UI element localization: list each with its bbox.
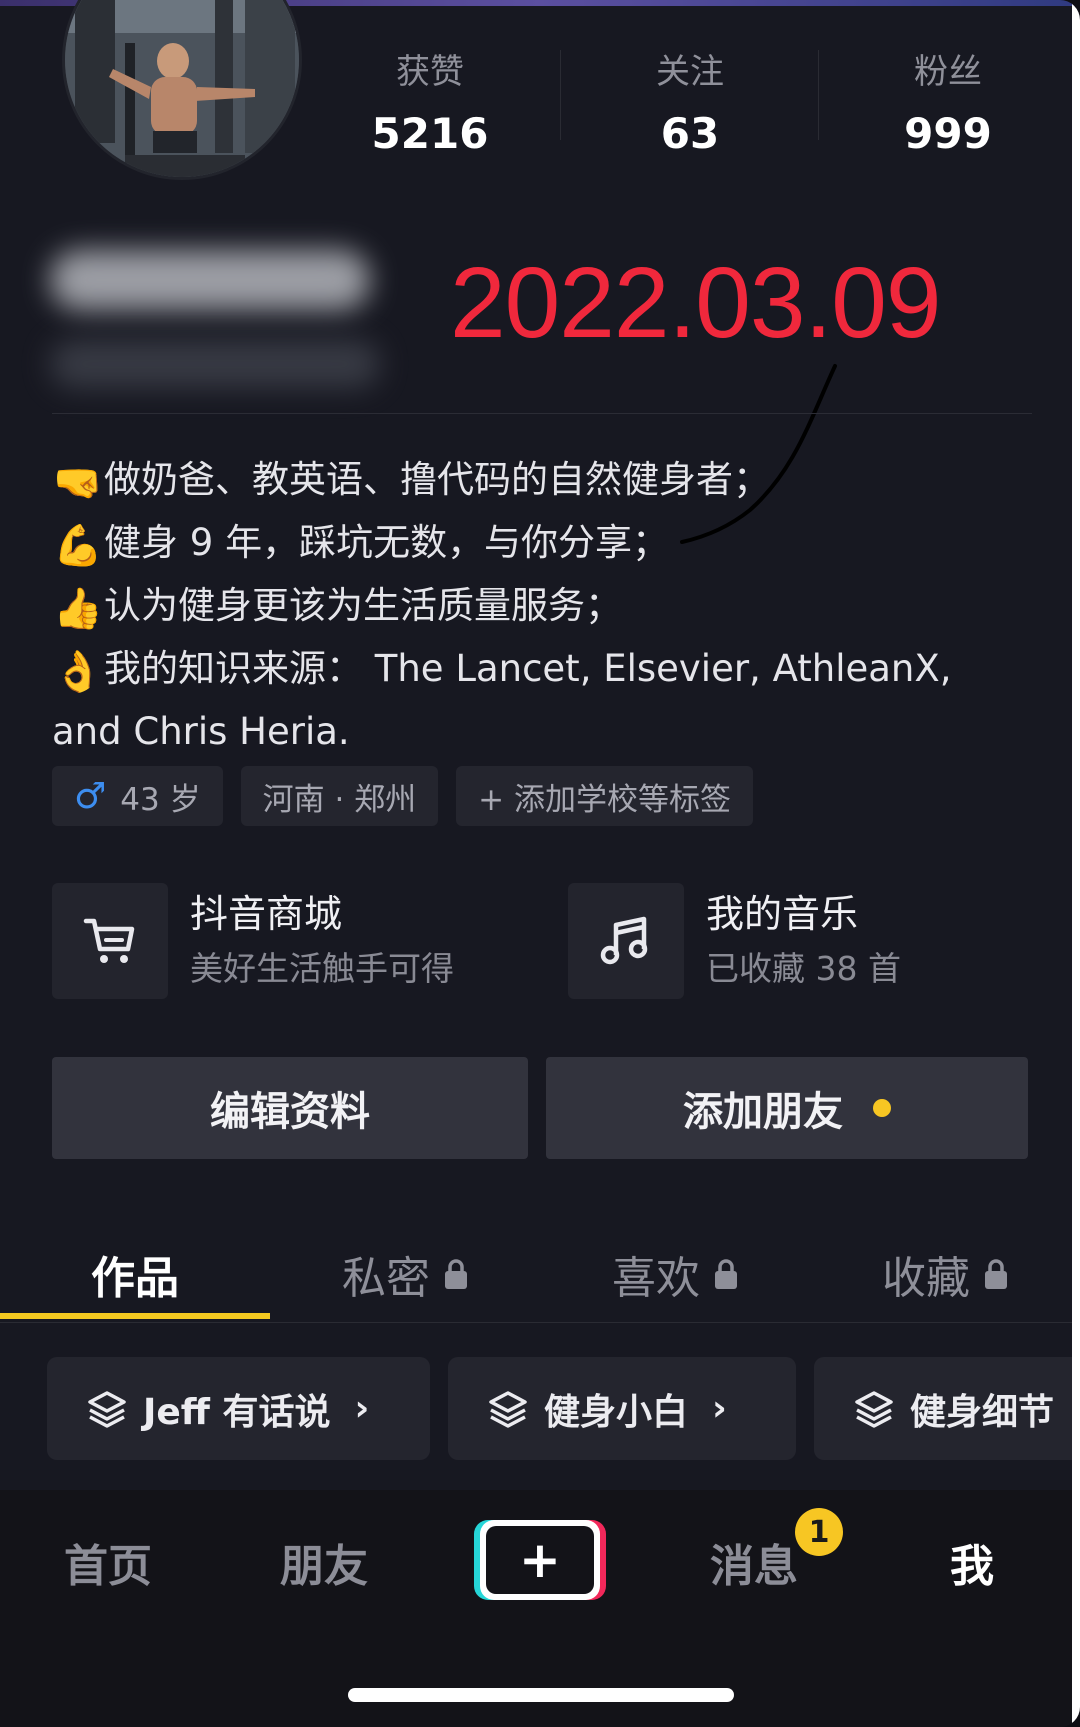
divider — [52, 413, 1032, 414]
age-label: 43 岁 — [120, 781, 201, 818]
layers-icon — [88, 1390, 126, 1428]
location-tag[interactable]: 河南 · 郑州 — [240, 766, 439, 826]
date-stamp: 2022.03.09 — [450, 247, 941, 359]
music-title: 我的音乐 — [706, 892, 859, 936]
tab-favorites[interactable]: 收藏 — [810, 1225, 1080, 1323]
age-tag[interactable]: ♂ 43 岁 — [52, 766, 223, 826]
home-indicator[interactable] — [348, 1688, 734, 1702]
thumbs-up-emoji-icon: 👍 — [53, 586, 103, 632]
lock-icon — [445, 1259, 467, 1289]
music-subtitle: 已收藏 38 首 — [706, 949, 901, 988]
layers-icon — [855, 1390, 893, 1428]
bio-line: and Chris Heria. — [52, 702, 1032, 762]
notification-dot — [873, 1099, 891, 1117]
stat-value: 63 — [660, 109, 720, 158]
bio-line: 👍认为健身更该为生活质量服务； — [52, 576, 1032, 639]
create-button[interactable]: + — [474, 1520, 606, 1600]
ok-hand-emoji-icon: 👌 — [53, 649, 103, 695]
lock-icon — [985, 1259, 1007, 1289]
stat-divider — [818, 50, 819, 140]
bio-text: 认为健身更该为生活质量服务； — [104, 584, 622, 627]
music-note-icon — [568, 883, 684, 999]
bio-text: 健身 9 年，踩坑无数，与你分享； — [104, 521, 670, 564]
bio-line: 🤜做奶爸、教英语、撸代码的自然健身者； — [52, 450, 1032, 513]
music-entry[interactable]: 我的音乐 已收藏 38 首 — [568, 882, 901, 1000]
tab-label: 收藏 — [882, 1253, 970, 1304]
stat-likes[interactable]: 获赞 5216 — [330, 42, 530, 166]
layers-icon — [489, 1390, 527, 1428]
content-tabs: 作品 私密 喜欢 收藏 — [0, 1225, 1080, 1323]
location-label: 河南 · 郑州 — [262, 781, 417, 818]
stat-label: 关注 — [656, 52, 724, 92]
active-tab-indicator — [0, 1313, 270, 1319]
bio: 🤜做奶爸、教英语、撸代码的自然健身者； 💪健身 9 年，踩坑无数，与你分享； 👍… — [52, 450, 1032, 762]
edit-profile-button[interactable]: 编辑资料 — [52, 1057, 528, 1159]
bio-line: 💪健身 9 年，踩坑无数，与你分享； — [52, 513, 1032, 576]
shop-title: 抖音商城 — [190, 892, 343, 936]
add-tag-button[interactable]: + 添加学校等标签 — [456, 766, 753, 826]
screen-edge — [1072, 0, 1080, 1727]
tab-label: 私密 — [342, 1253, 430, 1304]
tab-works[interactable]: 作品 — [0, 1225, 270, 1323]
male-icon: ♂ — [74, 775, 107, 817]
stat-label: 获赞 — [396, 52, 464, 92]
lock-icon — [715, 1259, 737, 1289]
stat-following[interactable]: 关注 63 — [590, 42, 790, 166]
messages-badge: 1 — [795, 1508, 843, 1556]
plus-frame: + — [480, 1520, 600, 1600]
bio-text: 我的知识来源： The Lancet, Elsevier, AthleanX, — [104, 647, 952, 690]
stat-value: 999 — [904, 109, 992, 158]
fist-emoji-icon: 🤜 — [53, 460, 103, 506]
cart-icon — [52, 883, 168, 999]
shop-entry[interactable]: 抖音商城 美好生活触手可得 — [52, 882, 454, 1000]
tab-label: 喜欢 — [612, 1253, 700, 1304]
stat-divider — [560, 50, 561, 140]
collection-chip[interactable]: Jeff 有话说 › — [47, 1357, 430, 1460]
profile-screen: 获赞 5216 关注 63 粉丝 999 2022.03.09 🤜做奶爸、教英语… — [0, 0, 1080, 1727]
stat-followers[interactable]: 粉丝 999 — [848, 42, 1048, 166]
collection-label: Jeff 有话说 — [143, 1391, 331, 1433]
flexed-biceps-emoji-icon: 💪 — [53, 523, 103, 569]
tab-label: 作品 — [91, 1253, 179, 1304]
add-tag-label: + 添加学校等标签 — [478, 781, 731, 818]
avatar-photo — [65, 0, 299, 177]
avatar[interactable] — [62, 0, 302, 180]
chevron-right-icon: › — [354, 1388, 370, 1429]
collection-label: 健身小白 — [544, 1391, 689, 1433]
stat-value: 5216 — [371, 109, 489, 158]
add-friend-label: 添加朋友 — [683, 1089, 843, 1135]
tab-likes[interactable]: 喜欢 — [540, 1225, 810, 1323]
edit-profile-label: 编辑资料 — [210, 1089, 370, 1135]
collection-chip[interactable]: 健身细节 — [814, 1357, 1080, 1460]
add-friend-button[interactable]: 添加朋友 — [546, 1057, 1028, 1159]
blurred-user-id — [50, 340, 380, 388]
plus-icon: + — [486, 1526, 594, 1594]
tab-private[interactable]: 私密 — [270, 1225, 540, 1323]
blurred-nickname — [50, 250, 370, 310]
stat-label: 粉丝 — [914, 52, 982, 92]
bio-text: and Chris Heria. — [52, 710, 350, 753]
bio-text: 做奶爸、教英语、撸代码的自然健身者； — [104, 458, 770, 501]
collection-chip[interactable]: 健身小白 › — [448, 1357, 796, 1460]
shop-subtitle: 美好生活触手可得 — [190, 949, 454, 988]
chevron-right-icon: › — [712, 1388, 727, 1429]
profile-tags: ♂ 43 岁 河南 · 郑州 + 添加学校等标签 — [52, 766, 753, 826]
nav-me[interactable]: 我 — [892, 1530, 1052, 1594]
bio-line: 👌我的知识来源： The Lancet, Elsevier, AthleanX, — [52, 639, 1032, 702]
collection-label: 健身细节 — [910, 1391, 1055, 1433]
nav-friends[interactable]: 朋友 — [244, 1530, 404, 1594]
nav-home[interactable]: 首页 — [28, 1530, 188, 1594]
